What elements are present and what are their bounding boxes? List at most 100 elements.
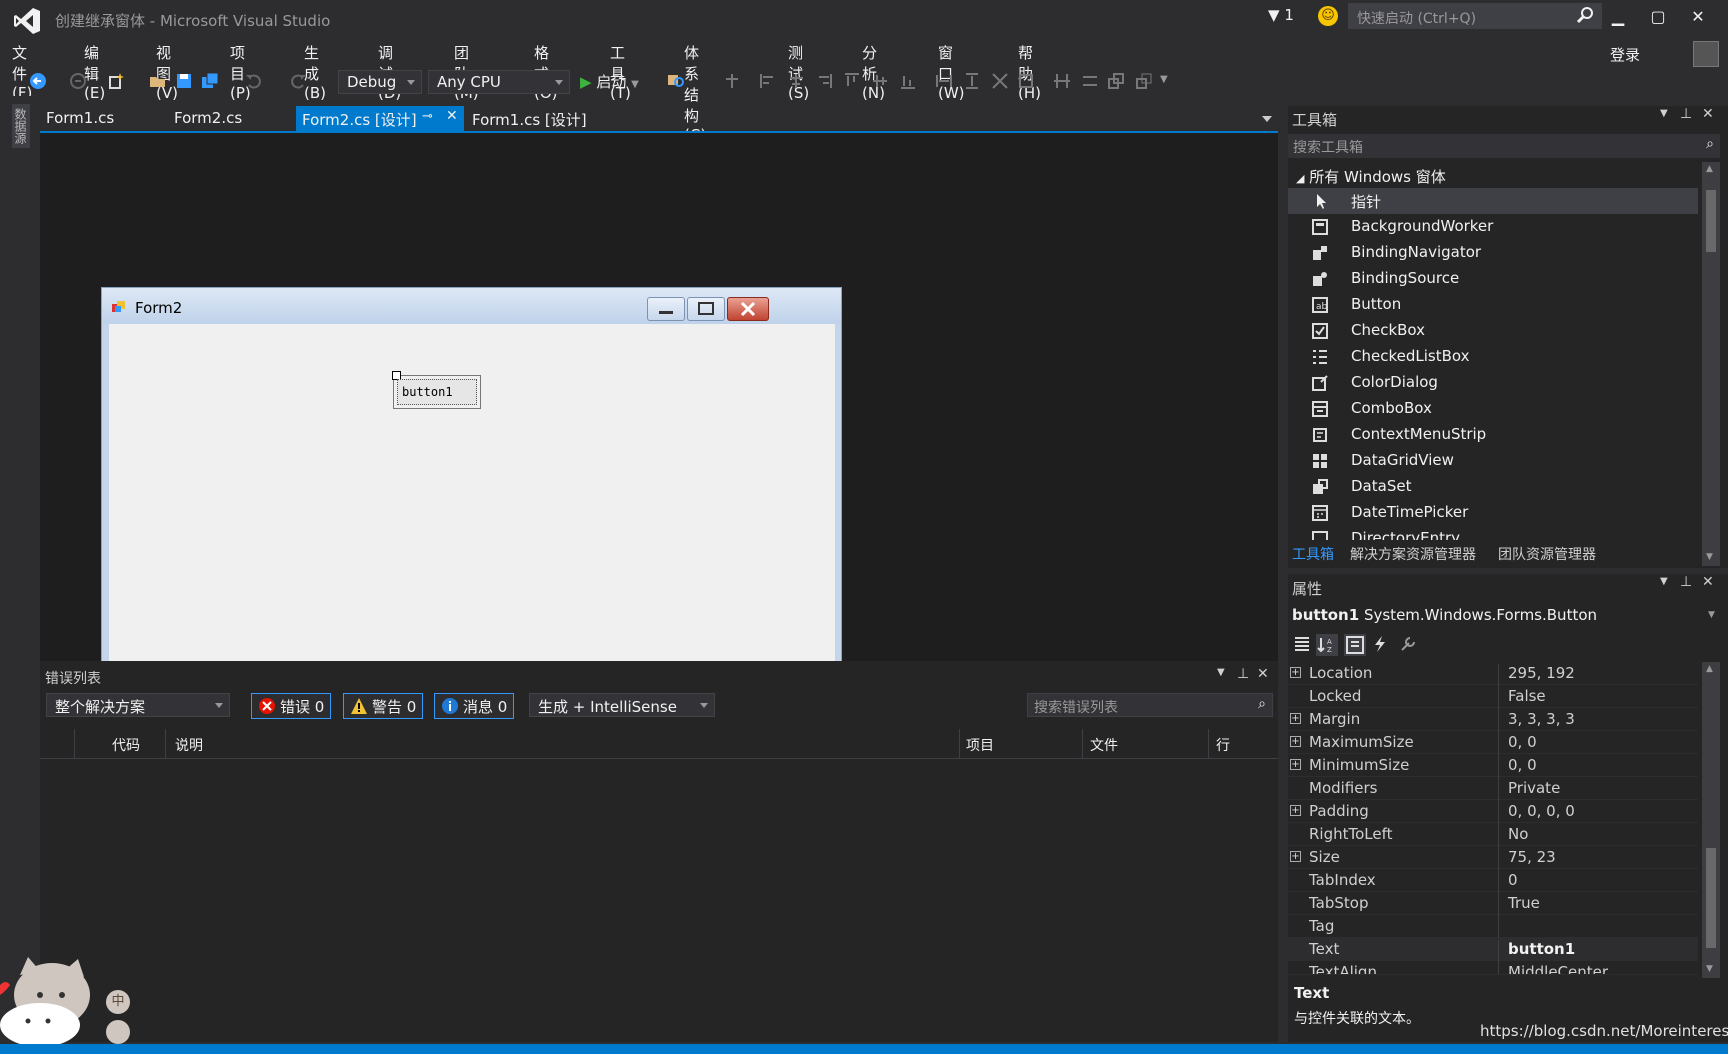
close-icon[interactable]: ✕: [1702, 574, 1714, 590]
tab-form1-design[interactable]: Form1.cs [设计]: [466, 106, 606, 132]
property-row-padding[interactable]: + Padding 0, 0, 0, 0: [1288, 800, 1698, 825]
property-row-location[interactable]: + Location 295, 192: [1288, 662, 1698, 687]
scroll-up-icon[interactable]: ▲: [1706, 164, 1713, 174]
scroll-up-icon[interactable]: ▲: [1706, 664, 1713, 674]
property-value[interactable]: False: [1498, 687, 1546, 710]
alphabetical-icon[interactable]: AZ: [1316, 634, 1338, 656]
property-value[interactable]: Private: [1498, 779, 1560, 802]
tab-form2-cs[interactable]: Form2.cs: [168, 106, 278, 132]
platform-select[interactable]: Any CPU: [428, 70, 570, 94]
navigate-forward-icon[interactable]: [68, 71, 88, 91]
toolbox-item-bindingsource[interactable]: BindingSource: [1288, 266, 1698, 292]
property-value[interactable]: True: [1498, 894, 1540, 917]
start-debugging-button[interactable]: ▶ 启动 ▼: [580, 71, 639, 92]
new-project-icon[interactable]: [106, 71, 126, 91]
property-row-size[interactable]: + Size 75, 23: [1288, 846, 1698, 871]
make-same-width-icon[interactable]: [934, 71, 954, 91]
toolbox-item-directoryentry[interactable]: DirectoryEntry: [1288, 526, 1698, 540]
property-value[interactable]: 75, 23: [1498, 848, 1556, 871]
align-grid-icon[interactable]: [722, 71, 742, 91]
events-icon[interactable]: [1370, 634, 1390, 654]
tab-form2-design[interactable]: Form2.cs [设计] ⊸ ✕: [296, 106, 464, 132]
expand-plus-icon[interactable]: +: [1290, 713, 1301, 724]
property-value[interactable]: 0: [1498, 871, 1518, 894]
property-row-tabstop[interactable]: TabStop True: [1288, 892, 1698, 917]
vertical-spacing-icon[interactable]: [1080, 71, 1100, 91]
toolbox-item-datetimepicker[interactable]: DateTimePicker: [1288, 500, 1698, 526]
property-value[interactable]: 3, 3, 3, 3: [1498, 710, 1575, 733]
toolbox-item-colordialog[interactable]: ColorDialog: [1288, 370, 1698, 396]
toolbox-scrollbar[interactable]: ▲ ▼: [1702, 162, 1720, 566]
scroll-thumb[interactable]: [1706, 190, 1716, 252]
send-to-back-icon[interactable]: [1134, 71, 1154, 91]
redo-icon[interactable]: [288, 71, 308, 91]
align-centers-icon[interactable]: [786, 71, 806, 91]
button1-control[interactable]: button1: [397, 379, 477, 405]
property-pages-icon[interactable]: [1398, 634, 1418, 654]
close-icon[interactable]: ✕: [1702, 106, 1714, 122]
toolbox-item-datagridview[interactable]: DataGridView: [1288, 448, 1698, 474]
form-minimize-button[interactable]: [647, 297, 685, 321]
expand-plus-icon[interactable]: +: [1290, 851, 1301, 862]
property-value[interactable]: button1: [1498, 940, 1575, 963]
make-same-height-icon[interactable]: [962, 71, 982, 91]
property-row-margin[interactable]: + Margin 3, 3, 3, 3: [1288, 708, 1698, 733]
pin-icon[interactable]: ⊥: [1680, 574, 1692, 590]
toolbox-item-contextmenustrip[interactable]: ContextMenuStrip: [1288, 422, 1698, 448]
property-row-minimumsize[interactable]: + MinimumSize 0, 0: [1288, 754, 1698, 779]
error-source-select[interactable]: 生成 + IntelliSense: [529, 693, 715, 717]
toolbox-item-bindingnavigator[interactable]: BindingNavigator: [1288, 240, 1698, 266]
undo-icon[interactable]: [244, 71, 264, 91]
align-tops-icon[interactable]: [842, 71, 862, 91]
property-value[interactable]: 0, 0, 0, 0: [1498, 802, 1575, 825]
tab-solution-explorer[interactable]: 解决方案资源管理器: [1350, 544, 1476, 564]
quick-launch-input[interactable]: 快速启动 (Ctrl+Q): [1348, 3, 1602, 29]
tab-form1-cs[interactable]: Form1.cs: [40, 106, 150, 132]
expand-plus-icon[interactable]: +: [1290, 759, 1301, 770]
window-position-icon[interactable]: ▼: [1660, 576, 1668, 587]
minimize-icon[interactable]: ▁: [1600, 4, 1636, 30]
pin-icon[interactable]: ⊥: [1680, 106, 1692, 122]
property-value[interactable]: 295, 192: [1498, 664, 1575, 687]
form-close-button[interactable]: [727, 297, 769, 321]
col-code[interactable]: 代码: [112, 735, 140, 755]
toolbox-item-checkbox[interactable]: CheckBox: [1288, 318, 1698, 344]
tab-toolbox[interactable]: 工具箱: [1292, 544, 1334, 564]
maximize-icon[interactable]: ▢: [1640, 4, 1676, 30]
object-selector[interactable]: button1 System.Windows.Forms.Button: [1292, 606, 1597, 624]
toolbox-item-pointer[interactable]: 指针: [1288, 188, 1698, 214]
scroll-thumb[interactable]: [1706, 848, 1716, 948]
save-all-icon[interactable]: [200, 71, 220, 91]
scope-select[interactable]: 整个解决方案: [46, 693, 230, 717]
search-icon[interactable]: [1576, 6, 1594, 24]
window-position-icon[interactable]: ▼: [1217, 667, 1225, 678]
error-search-input[interactable]: 搜索错误列表 ⌕: [1027, 693, 1273, 717]
expand-plus-icon[interactable]: +: [1290, 667, 1301, 678]
errors-filter-button[interactable]: 错误 0: [251, 693, 332, 719]
close-icon[interactable]: ✕: [1257, 666, 1269, 682]
property-value[interactable]: 0, 0: [1498, 756, 1537, 779]
align-rights-icon[interactable]: [814, 71, 834, 91]
property-row-modifiers[interactable]: Modifiers Private: [1288, 777, 1698, 802]
align-bottoms-icon[interactable]: [898, 71, 918, 91]
open-file-icon[interactable]: [148, 71, 168, 91]
col-project[interactable]: 项目: [966, 735, 994, 755]
property-row-righttoleft[interactable]: RightToLeft No: [1288, 823, 1698, 848]
col-file[interactable]: 文件: [1090, 735, 1118, 755]
col-line[interactable]: 行: [1216, 735, 1230, 755]
search-icon[interactable]: ⌕: [1258, 696, 1266, 712]
property-row-textalign[interactable]: TextAlign MiddleCenter: [1288, 961, 1698, 975]
bring-to-front-icon[interactable]: [1106, 71, 1126, 91]
property-row-text[interactable]: Text button1: [1288, 938, 1698, 963]
pin-icon[interactable]: ⊥: [1237, 666, 1249, 682]
property-row-tabindex[interactable]: TabIndex 0: [1288, 869, 1698, 894]
sign-in-link[interactable]: 登录: [1610, 44, 1640, 65]
make-same-size-icon[interactable]: [990, 71, 1010, 91]
col-description[interactable]: 说明: [175, 735, 203, 755]
chevron-down-icon[interactable]: ▼: [1708, 610, 1715, 620]
categorized-icon[interactable]: [1292, 634, 1312, 654]
toolbox-item-backgroundworker[interactable]: BackgroundWorker: [1288, 214, 1698, 240]
warnings-filter-button[interactable]: 警告 0: [343, 693, 424, 719]
data-sources-tab[interactable]: 数据源: [12, 104, 30, 148]
size-to-grid-icon[interactable]: [1016, 71, 1036, 91]
